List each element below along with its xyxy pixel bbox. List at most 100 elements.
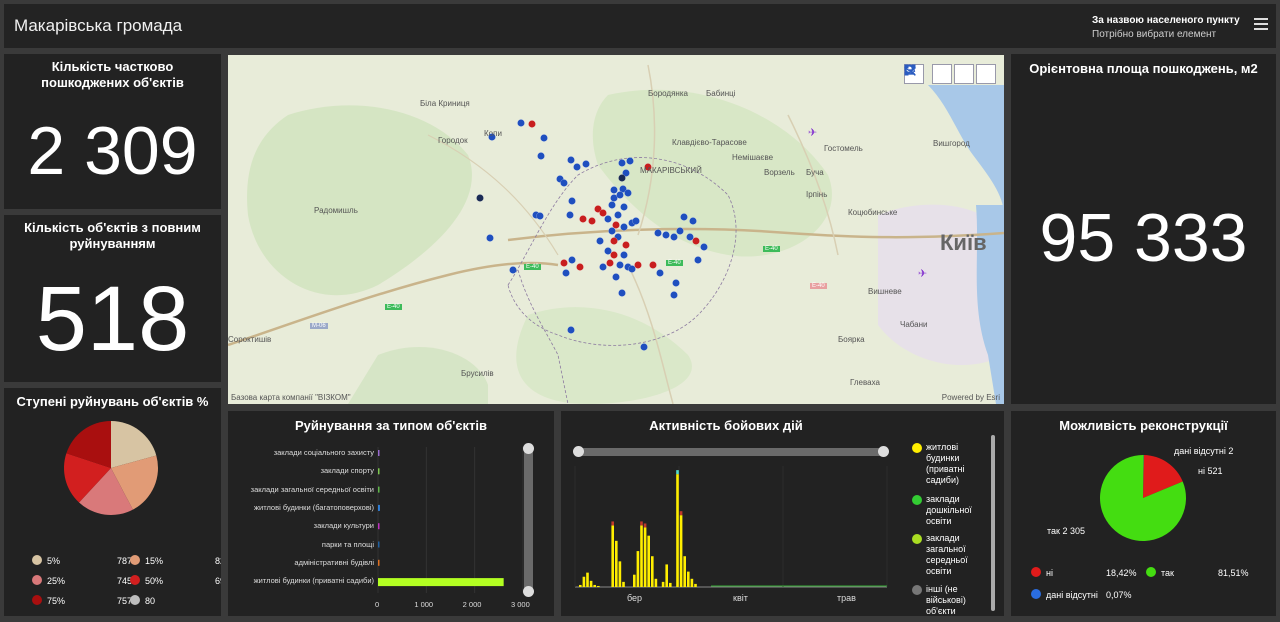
- combat-bar[interactable]: [647, 535, 650, 587]
- damage-point[interactable]: [614, 211, 622, 219]
- damage-point[interactable]: [560, 259, 568, 267]
- damage-point[interactable]: [670, 233, 678, 241]
- by-type-bar[interactable]: [378, 450, 380, 456]
- combat-legend-scrollbar[interactable]: [991, 435, 995, 611]
- combat-bar[interactable]: [683, 556, 686, 587]
- damage-point[interactable]: [610, 186, 618, 194]
- combat-bar[interactable]: [665, 564, 668, 587]
- damage-point[interactable]: [626, 157, 634, 165]
- combat-bar[interactable]: [679, 515, 683, 587]
- damage-point[interactable]: [566, 211, 574, 219]
- combat-bar[interactable]: [643, 527, 647, 587]
- combat-bar[interactable]: [579, 584, 582, 587]
- by-type-bar[interactable]: [378, 486, 380, 493]
- map-layers-icon[interactable]: [904, 64, 974, 84]
- combat-bar[interactable]: [676, 474, 679, 587]
- damage-point[interactable]: [662, 231, 670, 239]
- damage-point[interactable]: [606, 259, 614, 267]
- combat-bar[interactable]: [654, 578, 658, 587]
- combat-bar-stack[interactable]: [611, 521, 614, 526]
- damage-point[interactable]: [616, 261, 624, 269]
- damage-point[interactable]: [654, 229, 662, 237]
- combat-bar-stack[interactable]: [640, 521, 643, 526]
- combat-bar[interactable]: [694, 583, 697, 587]
- by-type-bar[interactable]: [378, 559, 380, 566]
- combat-bar[interactable]: [615, 540, 618, 587]
- damage-point[interactable]: [622, 241, 630, 249]
- damage-point[interactable]: [672, 279, 680, 287]
- map-powered-by[interactable]: Powered by Esri: [942, 393, 1000, 402]
- damage-point[interactable]: [599, 263, 607, 271]
- damage-point[interactable]: [632, 217, 640, 225]
- damage-point[interactable]: [616, 191, 624, 199]
- damage-point[interactable]: [689, 217, 697, 225]
- combat-bar-stack[interactable]: [679, 511, 683, 516]
- settlement-selector-label[interactable]: За назвою населеного пункту: [1092, 15, 1240, 26]
- combat-bar[interactable]: [589, 580, 593, 587]
- damage-point[interactable]: [486, 234, 494, 242]
- menu-icon[interactable]: [1254, 18, 1268, 30]
- damage-point[interactable]: [596, 237, 604, 245]
- damage-point[interactable]: [582, 160, 590, 168]
- damage-point[interactable]: [517, 119, 525, 127]
- damage-point[interactable]: [608, 227, 616, 235]
- damage-point[interactable]: [700, 243, 708, 251]
- damage-point[interactable]: [620, 203, 628, 211]
- damage-point[interactable]: [599, 209, 607, 217]
- damage-point[interactable]: [680, 213, 688, 221]
- combat-bar[interactable]: [633, 574, 636, 587]
- combat-bar[interactable]: [582, 576, 586, 587]
- damage-point[interactable]: [567, 156, 575, 164]
- map-qr-icon[interactable]: [904, 64, 996, 84]
- damage-point[interactable]: [640, 343, 648, 351]
- damage-point[interactable]: [610, 237, 618, 245]
- damage-point[interactable]: [604, 215, 612, 223]
- damage-point[interactable]: [624, 189, 632, 197]
- damage-point[interactable]: [576, 263, 584, 271]
- by-type-scrollbar[interactable]: [523, 443, 534, 597]
- combat-bar[interactable]: [640, 525, 643, 587]
- damage-point[interactable]: [562, 269, 570, 277]
- damage-point[interactable]: [537, 152, 545, 160]
- damage-point[interactable]: [618, 159, 626, 167]
- by-type-bar[interactable]: [378, 578, 504, 587]
- damage-point[interactable]: [676, 227, 684, 235]
- damage-point[interactable]: [618, 289, 626, 297]
- settlement-selector-value[interactable]: Потрібно вибрати елемент: [1092, 29, 1216, 40]
- damage-point[interactable]: [620, 251, 628, 259]
- damage-point[interactable]: [560, 179, 568, 187]
- damage-point[interactable]: [618, 174, 626, 182]
- map-canvas[interactable]: ✈ ✈: [228, 55, 1004, 404]
- damage-point[interactable]: [588, 217, 596, 225]
- by-type-bar[interactable]: [378, 523, 380, 530]
- map-legend-icon[interactable]: [904, 64, 952, 84]
- by-type-bar[interactable]: [378, 504, 380, 511]
- combat-bar[interactable]: [661, 581, 665, 587]
- damage-point[interactable]: [694, 256, 702, 264]
- combat-bar[interactable]: [611, 525, 614, 587]
- damage-point[interactable]: [612, 273, 620, 281]
- combat-bar[interactable]: [690, 578, 694, 587]
- damage-point[interactable]: [509, 266, 517, 274]
- combat-bar[interactable]: [597, 585, 600, 587]
- combat-bar[interactable]: [618, 561, 622, 587]
- combat-bar-stack[interactable]: [643, 523, 647, 528]
- combat-bar[interactable]: [687, 571, 690, 587]
- damage-point[interactable]: [620, 223, 628, 231]
- damage-point[interactable]: [692, 237, 700, 245]
- damage-point[interactable]: [568, 256, 576, 264]
- damage-point[interactable]: [476, 194, 484, 202]
- damage-point[interactable]: [536, 212, 544, 220]
- combat-bar[interactable]: [636, 551, 640, 587]
- combat-bar[interactable]: [651, 556, 654, 587]
- by-type-bar[interactable]: [378, 468, 380, 475]
- damage-point[interactable]: [573, 163, 581, 171]
- combat-bar[interactable]: [669, 582, 672, 587]
- combat-bar[interactable]: [593, 584, 596, 587]
- combat-bar[interactable]: [622, 581, 625, 587]
- damage-point[interactable]: [568, 197, 576, 205]
- damage-point[interactable]: [540, 134, 548, 142]
- damage-point[interactable]: [670, 291, 678, 299]
- by-type-bar[interactable]: [378, 541, 380, 548]
- combat-bar[interactable]: [586, 572, 589, 587]
